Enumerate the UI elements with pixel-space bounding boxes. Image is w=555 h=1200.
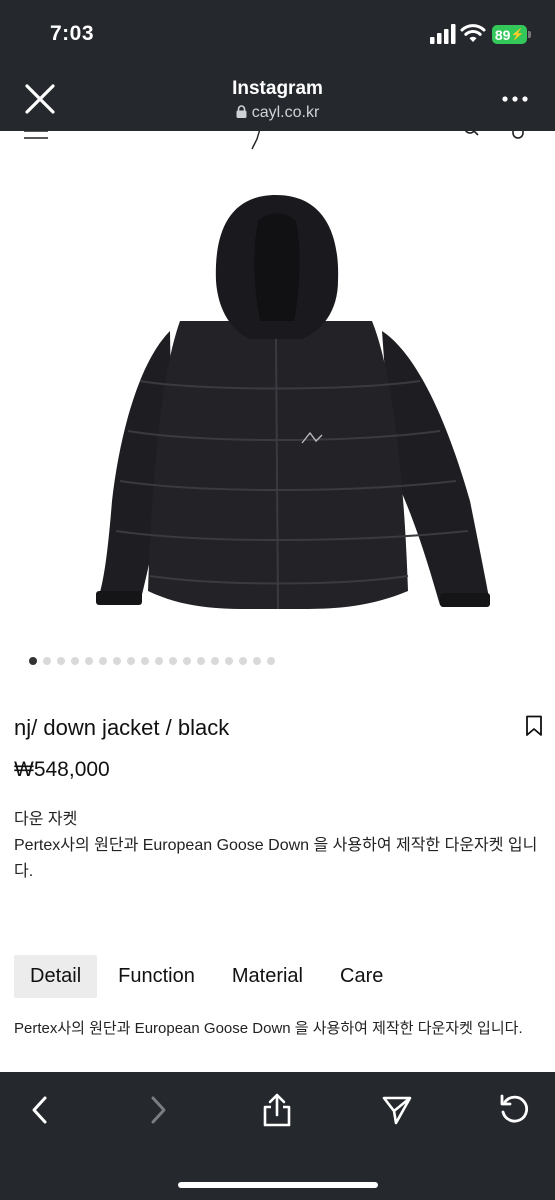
browser-nav: Instagram cayl.co.kr — [0, 70, 555, 131]
carousel-dot[interactable] — [169, 657, 177, 665]
carousel-dot[interactable] — [113, 657, 121, 665]
browser-title: Instagram — [232, 78, 323, 99]
browser-url: cayl.co.kr — [0, 104, 555, 122]
site-logo[interactable] — [246, 131, 266, 151]
more-options-icon[interactable] — [500, 94, 530, 104]
carousel-dot[interactable] — [29, 657, 37, 665]
carousel-dot[interactable] — [155, 657, 163, 665]
carousel-dot[interactable] — [183, 657, 191, 665]
carousel-dot[interactable] — [127, 657, 135, 665]
product-description: 다운 자켓 Pertex사의 원단과 European Goose Down 을… — [14, 807, 542, 885]
reload-icon — [500, 1094, 529, 1123]
send-icon — [382, 1096, 412, 1125]
description-body: Pertex사의 원단과 European Goose Down 을 사용하여 … — [14, 837, 538, 880]
charging-bolt-icon: ⚡ — [510, 29, 525, 41]
tab-detail[interactable]: Detail — [14, 955, 98, 998]
battery-indicator: 89 ⚡ — [492, 25, 527, 44]
home-indicator[interactable] — [178, 1182, 378, 1188]
product-name: nj/ down jacket / black — [14, 715, 230, 740]
carousel-dot[interactable] — [225, 657, 233, 665]
site-header — [0, 131, 555, 150]
carousel-dot[interactable] — [211, 657, 219, 665]
browser-top-bar: 7:03 89 ⚡ Instagram cayl.co.kr — [0, 0, 555, 131]
detail-tabs: Detail Function Material Care — [14, 955, 404, 999]
product-price: ₩548,000 — [14, 758, 110, 781]
battery-level: 89 — [494, 26, 511, 43]
app-window: 7:03 89 ⚡ Instagram cayl.co.kr nj/ down … — [0, 0, 555, 1200]
product-image[interactable] — [0, 171, 555, 651]
tab-material[interactable]: Material — [216, 955, 319, 998]
detail-content: Pertex사의 원단과 European Goose Down 을 사용하여 … — [14, 1020, 523, 1037]
status-time: 7:03 — [50, 22, 95, 45]
carousel-dot[interactable] — [253, 657, 261, 665]
tab-care[interactable]: Care — [324, 955, 399, 998]
carousel-dot[interactable] — [57, 657, 65, 665]
carousel-dot[interactable] — [85, 657, 93, 665]
send-button[interactable] — [377, 1090, 417, 1130]
description-title: 다운 자켓 — [14, 811, 78, 828]
browser-bottom-toolbar — [0, 1072, 555, 1200]
cart-icon[interactable] — [510, 131, 526, 139]
chevron-left-icon — [32, 1096, 47, 1124]
carousel-dot[interactable] — [99, 657, 107, 665]
reload-button[interactable] — [495, 1090, 535, 1130]
url-text: cayl.co.kr — [251, 104, 320, 121]
status-bar: 7:03 89 ⚡ — [0, 0, 555, 70]
search-icon[interactable] — [462, 131, 480, 139]
bookmark-icon[interactable] — [525, 715, 543, 737]
carousel-dot[interactable] — [71, 657, 79, 665]
forward-button[interactable] — [138, 1090, 178, 1130]
web-page: nj/ down jacket / black ₩548,000 다운 자켓 P… — [0, 131, 555, 1072]
carousel-dot[interactable] — [267, 657, 275, 665]
carousel-dot[interactable] — [43, 657, 51, 665]
chevron-right-icon — [151, 1096, 166, 1124]
lock-icon — [236, 105, 247, 118]
tab-function[interactable]: Function — [102, 955, 211, 998]
menu-icon[interactable] — [24, 131, 48, 140]
cellular-signal-icon — [430, 24, 456, 44]
carousel-dot[interactable] — [141, 657, 149, 665]
back-button[interactable] — [20, 1090, 60, 1130]
wifi-icon — [460, 24, 486, 42]
battery-tip — [528, 31, 531, 38]
carousel-dot[interactable] — [239, 657, 247, 665]
share-button[interactable] — [257, 1090, 297, 1130]
carousel-indicator[interactable] — [29, 657, 275, 665]
carousel-dot[interactable] — [197, 657, 205, 665]
share-icon — [263, 1093, 291, 1127]
